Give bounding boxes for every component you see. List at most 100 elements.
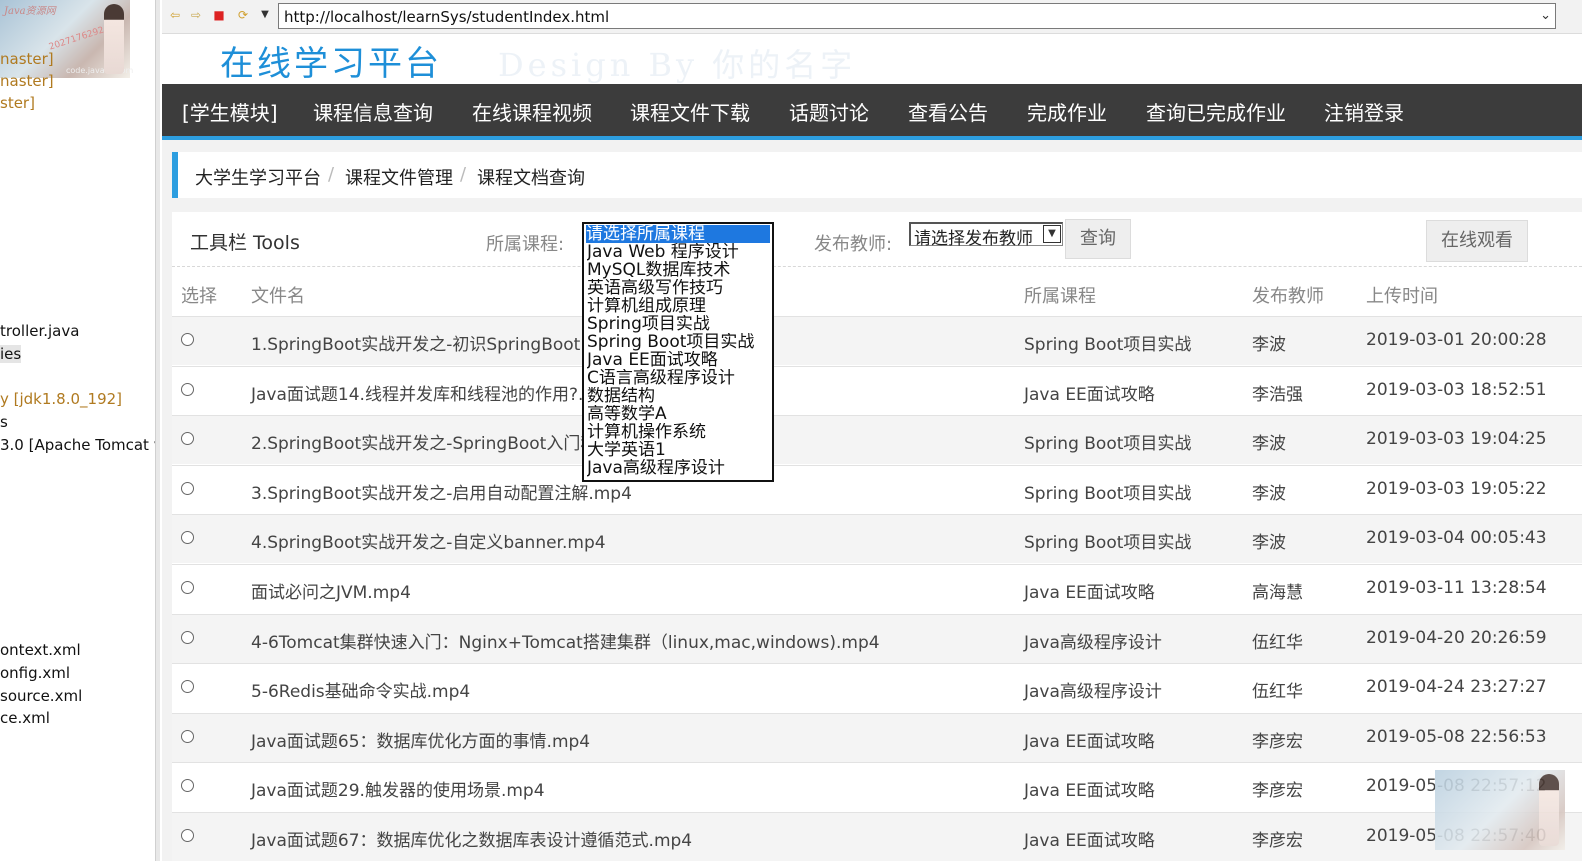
ide-tree-line[interactable]: ontext.xml — [0, 641, 81, 659]
cell-course: Spring Boot项目实战 — [1024, 335, 1192, 355]
ide-tree-line[interactable]: onfig.xml — [0, 664, 70, 682]
course-option[interactable]: 高等数学A — [587, 405, 771, 423]
cell-course: Java高级程序设计 — [1024, 632, 1162, 653]
ide-tree-line[interactable]: troller.java — [0, 322, 79, 340]
row-radio[interactable] — [181, 432, 194, 446]
ide-tree-line[interactable]: y [jdk1.8.0_192] — [0, 390, 122, 408]
nav-student-module[interactable]: [学生模块] — [182, 97, 278, 126]
site-header: 在线学习平台 Design By 你的名字 — [162, 34, 1582, 84]
watermark-figure — [1539, 774, 1559, 846]
table-row[interactable]: 3.SpringBoot实战开发之-启用自动配置注解.mp4 Spring Boo… — [172, 464, 1582, 514]
cell-filename: Java面试题14.线程并发库和线程池的作用?.mp4 — [251, 384, 622, 405]
nav-completed-homework[interactable]: 查询已完成作业 — [1146, 97, 1286, 126]
course-option[interactable]: Java EE面试攻略 — [587, 351, 771, 369]
course-option[interactable]: Java Web 程序设计 — [587, 243, 771, 261]
watermark-figure — [104, 4, 124, 74]
table-row[interactable]: Java面试题14.线程并发库和线程池的作用?.mp4 Java EE面试攻略 李浩… — [172, 365, 1582, 415]
course-label: 所属课程: — [486, 234, 565, 255]
dropdown-arrow-icon[interactable]: ▼ — [258, 8, 272, 22]
ide-tree-line[interactable]: 3.0 [Apache Tomcat v — [0, 436, 158, 454]
nav-logout[interactable]: 注销登录 — [1324, 97, 1404, 126]
ide-tree-line[interactable]: ies — [0, 345, 22, 363]
main-nav: [学生模块] 课程信息查询 在线课程视频 课程文件下载 话题讨论 查看公告 完成… — [162, 84, 1582, 140]
teacher-select[interactable]: 请选择发布教师 ▼ — [909, 222, 1063, 249]
ide-tree-line[interactable]: source.xml — [0, 687, 82, 705]
refresh-icon[interactable]: ⟳ — [236, 8, 250, 22]
chevron-down-icon[interactable]: ▼ — [1043, 225, 1061, 243]
table-row[interactable]: 2.SpringBoot实战开发之-SpringBoot入门程序.mp4 Spri… — [172, 415, 1582, 465]
table-row[interactable]: 5-6Redis基础命令实战.mp4 Java高级程序设计 伍红华 2019-04-2… — [172, 663, 1582, 713]
url-text[interactable]: http://localhost/learnSys/studentIndex.h… — [284, 8, 609, 26]
cell-teacher: 李波 — [1252, 483, 1286, 504]
course-option[interactable]: Spring Boot项目实战 — [587, 333, 771, 351]
table-row[interactable]: 4-6Tomcat集群快速入门：Nginx+Tomcat搭建集群（linux,m… — [172, 613, 1582, 663]
course-option[interactable]: Java高级程序设计 — [587, 459, 771, 477]
nav-course-video[interactable]: 在线课程视频 — [472, 97, 592, 126]
course-option[interactable]: 数据结构 — [587, 387, 771, 405]
query-button[interactable]: 查询 — [1065, 219, 1131, 259]
table-row[interactable]: 4.SpringBoot实战开发之-自定义banner.mp4 Spring Bo… — [172, 514, 1582, 564]
ide-tree-line[interactable]: ce.xml — [0, 709, 50, 727]
course-option[interactable]: 大学英语1 — [587, 441, 771, 459]
chevron-down-icon[interactable]: ⌄ — [1540, 8, 1551, 23]
nav-file-download[interactable]: 课程文件下载 — [630, 97, 750, 126]
panel-divider[interactable] — [155, 0, 160, 861]
cell-filename: 4-6Tomcat集群快速入门：Nginx+Tomcat搭建集群（linux,m… — [251, 632, 880, 653]
cell-teacher: 李彦宏 — [1252, 781, 1303, 802]
col-header-upload-time: 上传时间 — [1366, 286, 1438, 307]
cell-upload-time: 2019-03-03 18:52:51 — [1366, 379, 1547, 400]
cell-course: Spring Boot项目实战 — [1024, 483, 1192, 504]
table-row[interactable]: Java面试题65：数据库优化方面的事情.mp4 Java EE面试攻略 李彦宏 20… — [172, 712, 1582, 762]
breadcrumb-file-manage[interactable]: 课程文件管理 — [345, 164, 453, 190]
cell-course: Spring Boot项目实战 — [1024, 533, 1192, 554]
cell-filename: 3.SpringBoot实战开发之-启用自动配置注解.mp4 — [251, 483, 632, 504]
course-option[interactable]: 计算机操作系统 — [587, 423, 771, 441]
toolbar-title: 工具栏 Tools — [190, 232, 300, 254]
nav-announcements[interactable]: 查看公告 — [908, 97, 988, 126]
watermark-thumbnail — [1435, 770, 1565, 850]
course-option[interactable]: Spring项目实战 — [587, 315, 771, 333]
stop-icon[interactable]: ■ — [212, 8, 226, 22]
watch-online-button[interactable]: 在线观看 — [1426, 220, 1528, 262]
cell-upload-time: 2019-03-03 19:05:22 — [1366, 478, 1547, 499]
forward-arrow-icon[interactable]: ⇨ — [189, 8, 203, 22]
breadcrumb-home[interactable]: 大学生学习平台 — [195, 164, 321, 190]
row-radio[interactable] — [181, 680, 194, 694]
nav-discussion[interactable]: 话题讨论 — [789, 97, 869, 126]
teacher-label: 发布教师: — [814, 234, 893, 255]
row-radio[interactable] — [181, 630, 194, 644]
address-bar[interactable]: http://localhost/learnSys/studentIndex.h… — [278, 3, 1556, 29]
table-row[interactable]: 1.SpringBoot实战开发之-初识SpringBoot.mp4 Spring… — [172, 316, 1582, 365]
course-option[interactable]: MySQL数据库技术 — [587, 261, 771, 279]
back-arrow-icon[interactable]: ⇦ — [168, 8, 182, 22]
row-radio[interactable] — [181, 779, 194, 793]
course-option[interactable]: 英语高级写作技巧 — [587, 279, 771, 297]
row-radio[interactable] — [181, 729, 194, 743]
ide-tree-line[interactable]: ster] — [0, 94, 35, 112]
row-radio[interactable] — [181, 481, 194, 495]
ide-tree-line[interactable]: naster] — [0, 72, 54, 90]
course-option[interactable]: C语言高级程序设计 — [587, 369, 771, 387]
row-radio[interactable] — [181, 581, 194, 594]
nav-course-info[interactable]: 课程信息查询 — [313, 97, 433, 126]
breadcrumb-current: 课程文档查询 — [477, 168, 585, 189]
table-row[interactable]: Java面试题29.触发器的使用场景.mp4 Java EE面试攻略 李彦宏 2019… — [172, 762, 1582, 812]
ide-tree-line[interactable]: s — [0, 413, 8, 431]
col-header-teacher: 发布教师 — [1252, 286, 1324, 307]
course-select-dropdown[interactable]: 请选择所属课程 Java Web 程序设计 MySQL数据库技术 英语高级写作技巧 计算… — [582, 222, 774, 482]
course-option[interactable]: 请选择所属课程 — [586, 225, 770, 243]
nav-homework[interactable]: 完成作业 — [1027, 97, 1107, 126]
row-radio[interactable] — [181, 333, 194, 346]
cell-course: Java EE面试攻略 — [1024, 731, 1155, 752]
row-radio[interactable] — [181, 829, 194, 842]
watermark-qq: 2027176292 — [47, 25, 106, 53]
table-row[interactable]: Java面试题67：数据库优化之数据库表设计遵循范式.mp4 Java EE面试攻… — [172, 812, 1582, 861]
cell-upload-time: 2019-04-20 20:26:59 — [1366, 627, 1547, 648]
ide-tree-line[interactable]: naster] — [0, 50, 54, 68]
breadcrumb: 大学生学习平台 / 课程文件管理 / 课程文档查询 — [172, 152, 1582, 198]
course-option[interactable]: 计算机组成原理 — [587, 297, 771, 315]
row-radio[interactable] — [181, 531, 194, 545]
row-radio[interactable] — [181, 382, 194, 396]
table-row[interactable]: 面试必问之JVM.mp4 Java EE面试攻略 高海慧 2019-03-11 13:… — [172, 564, 1582, 613]
cell-teacher: 李彦宏 — [1252, 831, 1303, 851]
